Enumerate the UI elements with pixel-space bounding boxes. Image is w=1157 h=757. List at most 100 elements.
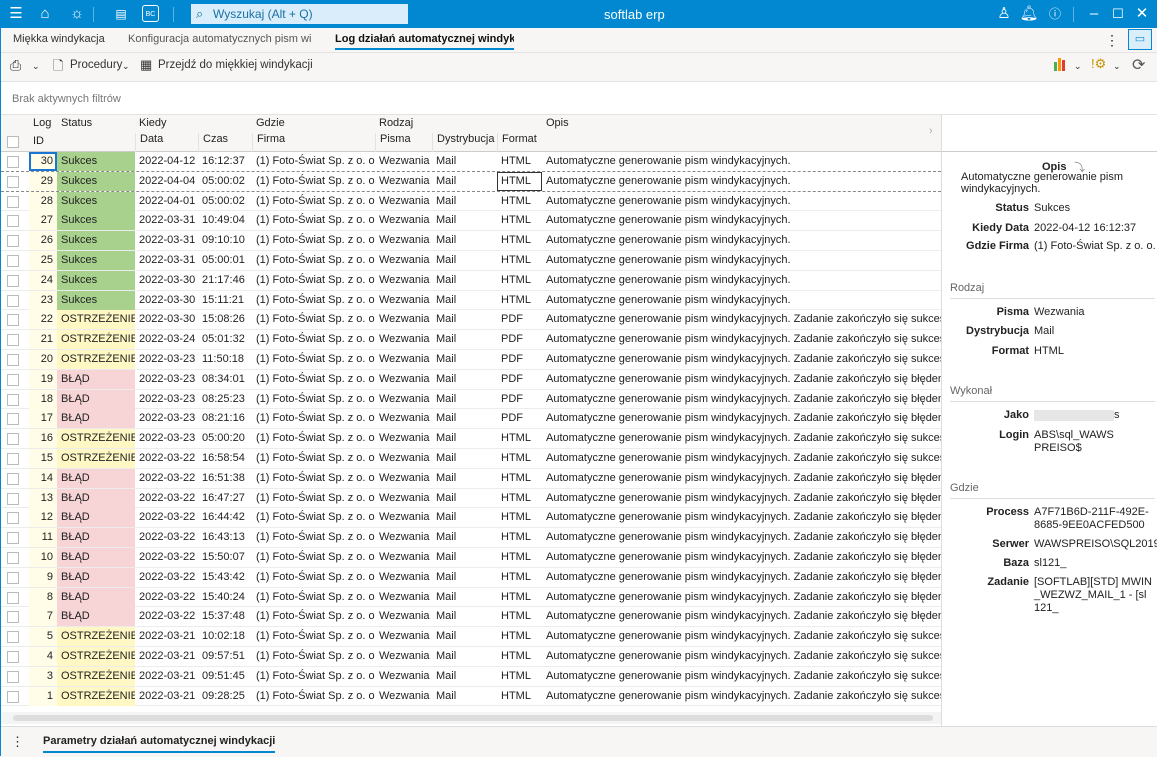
row-checkbox[interactable] (7, 591, 19, 604)
table-row[interactable]: 18 BŁĄD 2022-03-23 08:25:23 (1) Foto-Świat S… (1, 389, 941, 410)
row-checkbox[interactable] (7, 254, 19, 267)
table-row[interactable]: 4 OSTRZEŻENIE 2022-03-21 09:57:51 (1) Foto-Ś… (1, 646, 941, 667)
row-checkbox[interactable] (7, 512, 19, 525)
settings-alert-icon[interactable]: !⚙ (1091, 56, 1106, 72)
table-row[interactable]: 28 Sukces 2022-04-01 05:00:02 (1) Foto-Świat… (1, 191, 941, 212)
row-checkbox[interactable] (7, 294, 19, 307)
table-row[interactable]: 16 OSTRZEŻENIE 2022-03-23 05:00:20 (1) Foto-… (1, 429, 941, 449)
row-checkbox[interactable] (7, 492, 19, 505)
table-row[interactable]: 24 Sukces 2022-03-30 21:17:46 (1) Foto-Świat… (1, 270, 941, 291)
table-row[interactable]: 23 Sukces 2022-03-30 15:11:21 (1) Foto-Świat… (1, 290, 941, 311)
row-checkbox[interactable] (7, 393, 19, 406)
row-checkbox[interactable] (7, 611, 19, 624)
table-row[interactable]: 17 BŁĄD 2022-03-23 08:21:16 (1) Foto-Świat S… (1, 409, 941, 430)
menu-icon[interactable]: ☰ (6, 5, 26, 23)
row-checkbox[interactable] (7, 571, 19, 584)
col-czas[interactable]: Czas (198, 133, 228, 152)
col-status[interactable]: Status (57, 117, 92, 129)
scrollbar-thumb[interactable] (13, 715, 933, 721)
more-icon[interactable]: ⋮ (11, 734, 24, 750)
bulb-icon[interactable]: ☼ (67, 5, 87, 23)
table-row[interactable]: 27 Sukces 2022-03-31 10:49:04 (1) Foto-Świat… (1, 211, 941, 232)
comment-icon[interactable]: ▭ (1128, 29, 1152, 50)
tab-konfiguracja[interactable]: Konfiguracja automatycznych pism wi (128, 33, 311, 45)
row-checkbox[interactable] (7, 670, 19, 683)
user-icon[interactable]: ♙ (994, 5, 1014, 23)
table-row[interactable]: 9 BŁĄD 2022-03-22 15:43:42 (1) Foto-Świat Sp… (1, 567, 941, 588)
col-format[interactable]: Format (497, 133, 537, 152)
help-icon[interactable]: ⓘ (1045, 5, 1065, 23)
col-firma[interactable]: Firma (252, 133, 285, 152)
row-checkbox[interactable] (7, 650, 19, 663)
row-checkbox[interactable] (7, 156, 19, 168)
table-row[interactable]: 1 OSTRZEŻENIE 2022-03-21 09:28:25 (1) Foto-Ś… (1, 686, 941, 707)
col-data[interactable]: Data (135, 133, 163, 152)
table-row[interactable]: 10 BŁĄD 2022-03-22 15:50:07 (1) Foto-Świat S… (1, 547, 941, 568)
table-row[interactable]: 22 OSTRZEŻENIE 2022-03-30 15:08:26 (1) Foto-… (1, 310, 941, 331)
bc-icon[interactable]: BC (142, 5, 159, 22)
chevron-down-icon[interactable]: ⌄ (122, 61, 130, 72)
col-pisma[interactable]: Pisma (375, 133, 411, 152)
table-row[interactable]: 19 BŁĄD 2022-03-23 08:34:01 (1) Foto-Świat S… (1, 369, 941, 390)
procedures-button[interactable]: Procedury (70, 59, 122, 71)
tab-parametry[interactable]: Parametry działań automatycznej windykac… (43, 735, 276, 753)
print-icon[interactable]: ⎙ (10, 57, 21, 74)
table-row[interactable]: 7 BŁĄD 2022-03-22 15:37:48 (1) Foto-Świat Sp… (1, 607, 941, 628)
table-row[interactable]: 29 Sukces 2022-04-04 05:00:02 (1) Foto-Świat… (1, 171, 941, 192)
table-row[interactable]: 26 Sukces 2022-03-31 09:10:10 (1) Foto-Świat… (1, 231, 941, 251)
chevron-right-icon[interactable]: › (929, 125, 933, 137)
chevron-down-icon[interactable]: ⌄ (32, 61, 40, 72)
row-checkbox[interactable] (7, 274, 19, 287)
row-checkbox[interactable] (7, 690, 19, 703)
horizontal-scrollbar[interactable] (1, 712, 941, 724)
more-icon[interactable]: ⋮ (1105, 32, 1119, 49)
search-input[interactable]: ⌕ Wyszukaj (Alt + Q) (191, 4, 408, 24)
table-row[interactable]: 8 BŁĄD 2022-03-22 15:40:24 (1) Foto-Świat Sp… (1, 587, 941, 608)
col-id[interactable]: ID (29, 135, 44, 147)
chevron-down-icon[interactable]: ⌄ (1113, 61, 1121, 72)
row-checkbox[interactable] (7, 314, 19, 327)
chevron-down-icon[interactable]: ⌄ (1074, 61, 1082, 72)
table-row[interactable]: 21 OSTRZEŻENIE 2022-03-24 05:01:32 (1) Foto-… (1, 330, 941, 350)
close-icon[interactable]: ✕ (1132, 5, 1152, 23)
col-opis[interactable]: Opis (542, 117, 569, 129)
goto-soft-collection-button[interactable]: Przejdź do miękkiej windykacji (158, 59, 313, 71)
row-checkbox[interactable] (7, 175, 19, 188)
table-row[interactable]: 20 OSTRZEŻENIE 2022-03-23 11:50:18 (1) Foto-… (1, 349, 941, 370)
row-checkbox[interactable] (7, 532, 19, 545)
table-row[interactable]: 12 BŁĄD 2022-03-22 16:44:42 (1) Foto-Świat S… (1, 508, 941, 529)
col-dystrybucja[interactable]: Dystrybucja (432, 133, 494, 152)
tab-log[interactable]: Log działań automatycznej windykacji (335, 33, 514, 50)
table-row[interactable]: 30 Sukces 2022-04-12 16:12:37 (1) Foto-Świat… (1, 152, 941, 172)
row-checkbox[interactable] (7, 334, 19, 347)
table-row[interactable]: 3 OSTRZEŻENIE 2022-03-21 09:51:45 (1) Foto-Ś… (1, 666, 941, 687)
table-row[interactable]: 5 OSTRZEŻENIE 2022-03-21 10:02:18 (1) Foto-Ś… (1, 627, 941, 647)
bell-icon[interactable]: 🔔︎ (1019, 5, 1039, 23)
row-checkbox[interactable] (7, 235, 19, 248)
row-checkbox[interactable] (7, 452, 19, 465)
card-icon[interactable]: ▤ (111, 5, 131, 23)
row-checkbox[interactable] (7, 373, 19, 386)
home-icon[interactable]: ⌂ (35, 5, 55, 23)
tab-miekka-windykacja[interactable]: Miękka windykacja (13, 33, 105, 45)
minimize-icon[interactable]: – (1084, 5, 1104, 23)
maximize-icon[interactable]: ☐ (1108, 5, 1128, 23)
select-all-checkbox[interactable] (7, 136, 19, 148)
row-checkbox[interactable] (7, 551, 19, 564)
row-checkbox[interactable] (7, 472, 19, 485)
row-checkbox[interactable] (7, 433, 19, 446)
col-log[interactable]: Log (29, 117, 51, 129)
refresh-icon[interactable]: ⟳ (1132, 55, 1145, 75)
table-row[interactable]: 14 BŁĄD 2022-03-22 16:51:38 (1) Foto-Świat S… (1, 468, 941, 489)
row-checkbox[interactable] (7, 215, 19, 228)
table-row[interactable]: 11 BŁĄD 2022-03-22 16:43:13 (1) Foto-Świat S… (1, 528, 941, 548)
table-row[interactable]: 13 BŁĄD 2022-03-22 16:47:27 (1) Foto-Świat S… (1, 488, 941, 509)
row-checkbox[interactable] (7, 353, 19, 366)
cell-dystrybucja: Mail (436, 649, 457, 662)
table-row[interactable]: 25 Sukces 2022-03-31 05:00:01 (1) Foto-Świat… (1, 250, 941, 271)
row-checkbox[interactable] (7, 413, 19, 426)
row-checkbox[interactable] (7, 195, 19, 208)
chart-icon[interactable] (1054, 58, 1065, 74)
row-checkbox[interactable] (7, 631, 19, 644)
table-row[interactable]: 15 OSTRZEŻENIE 2022-03-22 16:58:54 (1) Foto-… (1, 448, 941, 469)
